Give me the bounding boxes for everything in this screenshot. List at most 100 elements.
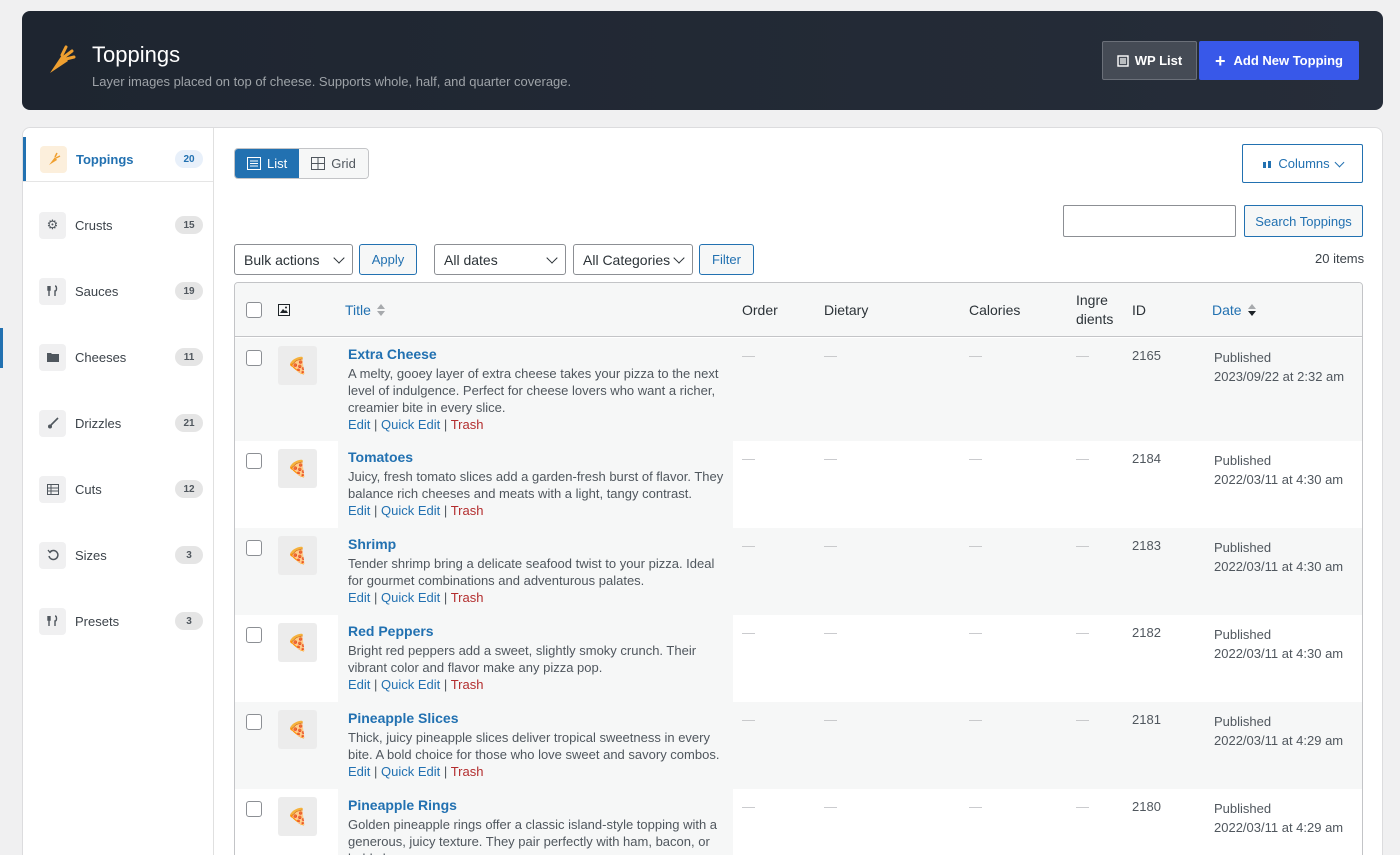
- pizza-icon: 🍕: [278, 797, 317, 836]
- quick-edit-link[interactable]: Quick Edit: [381, 677, 440, 692]
- edit-link[interactable]: Edit: [348, 503, 370, 518]
- action-separator: |: [443, 503, 448, 518]
- add-new-topping-button[interactable]: + Add New Topping: [1199, 41, 1359, 80]
- row-actions: Edit | Quick Edit | Trash: [348, 677, 483, 692]
- wp-list-button[interactable]: WP List: [1102, 41, 1197, 80]
- table-icon: [39, 475, 66, 503]
- date-column-header[interactable]: Date: [1212, 283, 1256, 337]
- trash-link[interactable]: Trash: [451, 503, 484, 518]
- row-title-link[interactable]: Shrimp: [348, 536, 396, 552]
- sidebar-item-toppings[interactable]: Toppings 20: [23, 137, 213, 181]
- row-status: Published: [1214, 627, 1272, 642]
- calories-value: —: [969, 712, 982, 727]
- row-id: 2183: [1132, 538, 1161, 553]
- row-title-link[interactable]: Extra Cheese: [348, 346, 437, 362]
- edit-link[interactable]: Edit: [348, 764, 370, 779]
- ingredients-value: —: [1076, 538, 1089, 553]
- row-checkbox[interactable]: [246, 350, 262, 366]
- action-separator: |: [374, 590, 378, 605]
- quick-edit-link[interactable]: Quick Edit: [381, 590, 440, 605]
- table-row: 🍕 Tomatoes Juicy, fresh tomato slices ad…: [235, 441, 1362, 528]
- trash-link[interactable]: Trash: [451, 764, 484, 779]
- sidebar-item-count: 20: [175, 150, 203, 168]
- row-checkbox[interactable]: [246, 801, 262, 817]
- table-row: 🍕 Pineapple Slices Thick, juicy pineappl…: [235, 702, 1362, 789]
- columns-button[interactable]: Columns: [1242, 144, 1363, 183]
- title-column-header[interactable]: Title: [345, 283, 385, 337]
- plus-icon: +: [1214, 50, 1226, 71]
- search-toppings-button[interactable]: Search Toppings: [1244, 205, 1363, 237]
- categories-select[interactable]: All Categories: [573, 244, 693, 275]
- row-actions: Edit | Quick Edit | Trash: [348, 764, 483, 779]
- sidebar-item-count: 3: [175, 546, 203, 564]
- columns-icon: [1263, 161, 1272, 168]
- row-title-link[interactable]: Pineapple Slices: [348, 710, 459, 726]
- categories-value: All Categories: [583, 251, 671, 268]
- quick-edit-link[interactable]: Quick Edit: [381, 503, 440, 518]
- row-description: Golden pineapple rings offer a classic i…: [348, 817, 718, 855]
- page-subtitle: Layer images placed on top of cheese. Su…: [92, 74, 572, 89]
- action-separator: |: [374, 677, 378, 692]
- apply-button[interactable]: Apply: [359, 244, 417, 275]
- quick-edit-link[interactable]: Quick Edit: [381, 417, 440, 432]
- row-title-link[interactable]: Red Peppers: [348, 623, 434, 639]
- add-new-label: Add New Topping: [1233, 53, 1344, 68]
- sidebar-item-sauces[interactable]: Sauces 19: [23, 269, 213, 313]
- trash-link[interactable]: Trash: [451, 677, 484, 692]
- row-title-link[interactable]: Pineapple Rings: [348, 797, 457, 813]
- columns-label: Columns: [1278, 156, 1330, 171]
- quick-edit-link[interactable]: Quick Edit: [381, 764, 440, 779]
- trash-link[interactable]: Trash: [451, 417, 484, 432]
- sort-icon: [376, 304, 385, 316]
- chevron-down-icon: [1334, 157, 1345, 167]
- row-checkbox[interactable]: [246, 540, 262, 556]
- dietary-value: —: [824, 625, 837, 640]
- row-id: 2181: [1132, 712, 1161, 727]
- sidebar-item-drizzles[interactable]: Drizzles 21: [23, 401, 213, 445]
- sidebar-item-label: Presets: [75, 613, 120, 629]
- row-checkbox[interactable]: [246, 627, 262, 643]
- chevron-down-icon: [546, 252, 558, 264]
- row-actions: Edit | Quick Edit | Trash: [348, 590, 483, 605]
- search-input[interactable]: [1063, 205, 1236, 237]
- select-all-checkbox[interactable]: [246, 302, 262, 318]
- row-date: Published 2022/03/11 at 4:29 am: [1214, 712, 1343, 750]
- row-description: A melty, gooey layer of extra cheese tak…: [348, 366, 719, 415]
- sidebar-item-presets[interactable]: Presets 3: [23, 599, 213, 643]
- row-date-value: 2022/03/11 at 4:30 am: [1214, 559, 1344, 574]
- row-description: Juicy, fresh tomato slices add a garden-…: [348, 469, 724, 501]
- sidebar-item-cheeses[interactable]: Cheeses 11: [23, 335, 213, 379]
- sidebar-item-sizes[interactable]: Sizes 3: [23, 533, 213, 577]
- sidebar-item-count: 19: [175, 282, 203, 300]
- filter-button[interactable]: Filter: [699, 244, 754, 275]
- page-header: Toppings Layer images placed on top of c…: [22, 11, 1383, 110]
- gear-icon: ⚙: [39, 211, 66, 239]
- dietary-column-header: Dietary: [824, 302, 869, 318]
- sidebar-item-cuts[interactable]: Cuts 12: [23, 467, 213, 511]
- row-title-link[interactable]: Tomatoes: [348, 449, 413, 465]
- dates-select[interactable]: All dates: [434, 244, 566, 275]
- dietary-value: —: [824, 538, 837, 553]
- grid-view-button[interactable]: Grid: [299, 149, 368, 178]
- ingredients-value: —: [1076, 712, 1089, 727]
- row-date-value: 2022/03/11 at 4:29 am: [1214, 733, 1344, 748]
- sidebar-item-label: Sauces: [75, 283, 119, 299]
- edit-link[interactable]: Edit: [348, 417, 370, 432]
- brush-icon: [39, 409, 66, 437]
- row-checkbox[interactable]: [246, 714, 262, 730]
- table-row: 🍕 Extra Cheese A melty, gooey layer of e…: [235, 338, 1362, 441]
- sidebar-item-label: Cheeses: [75, 349, 127, 365]
- list-icon: [1117, 54, 1129, 67]
- sidebar-item-crusts[interactable]: ⚙ Crusts 15: [23, 203, 213, 247]
- action-separator: |: [374, 764, 378, 779]
- edit-link[interactable]: Edit: [348, 590, 370, 605]
- row-checkbox[interactable]: [246, 453, 262, 469]
- bulk-actions-select[interactable]: Bulk actions: [234, 244, 353, 275]
- items-count: 20 items: [1315, 251, 1365, 266]
- dietary-value: —: [824, 348, 837, 363]
- edit-link[interactable]: Edit: [348, 677, 370, 692]
- trash-link[interactable]: Trash: [451, 590, 484, 605]
- action-separator: |: [374, 417, 378, 432]
- calories-value: —: [969, 799, 982, 814]
- list-view-button[interactable]: List: [235, 149, 300, 178]
